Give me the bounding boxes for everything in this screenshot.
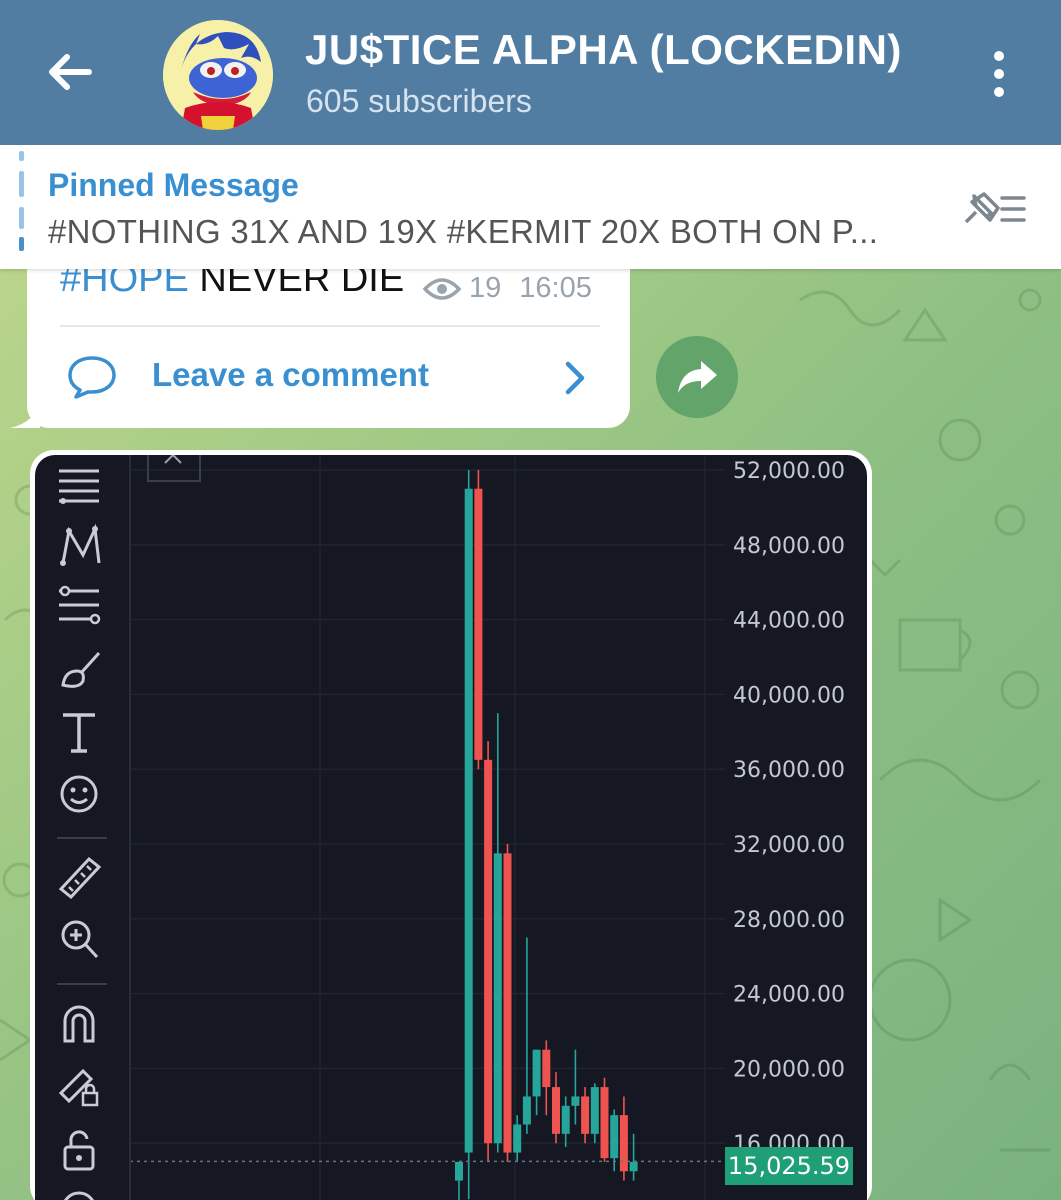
more-options-button[interactable]: [975, 46, 1023, 102]
unlock-icon[interactable]: [55, 1127, 105, 1173]
back-button[interactable]: [38, 40, 102, 104]
candle-body: [619, 1115, 628, 1172]
dot-icon: [994, 51, 1004, 61]
candle-body: [493, 853, 502, 1144]
candle-body: [464, 488, 473, 1153]
ruler-tool-icon[interactable]: [55, 853, 105, 899]
pepe-avatar-image: [163, 20, 273, 130]
y-tick-label: 32,000.00: [733, 833, 845, 858]
comment-bubble-icon: [68, 356, 116, 399]
channel-title[interactable]: JU$TICE ALPHA (LOCKEDIN): [305, 26, 902, 74]
pinned-list-button[interactable]: [960, 188, 1030, 228]
candle-body: [571, 1096, 580, 1106]
candle-body: [552, 1087, 560, 1134]
channel-avatar[interactable]: [163, 20, 273, 130]
message-time: 16:05: [519, 272, 592, 304]
pin-indicator: [19, 171, 24, 197]
leave-comment-label: Leave a comment: [152, 356, 429, 393]
pattern-tool-icon[interactable]: [55, 523, 105, 569]
pin-indicator: [19, 207, 24, 229]
eye-icon: [423, 277, 461, 300]
magnet-icon[interactable]: [55, 1001, 105, 1047]
lines-tool-icon[interactable]: [55, 463, 105, 509]
arrow-left-icon: [49, 54, 92, 90]
emoji-tool-icon[interactable]: [55, 771, 105, 817]
toolbar-divider: [57, 983, 107, 985]
pin-list-icon: [964, 192, 1026, 224]
candle-body: [532, 1049, 541, 1097]
candle-body: [503, 853, 512, 1153]
zoom-in-icon[interactable]: [55, 915, 105, 961]
pin-indicator: [19, 151, 24, 161]
drawing-toolbar: [35, 455, 130, 1200]
chevron-right-icon: [565, 361, 585, 395]
candle-body: [522, 1096, 531, 1125]
chat-header: JU$TICE ALPHA (LOCKEDIN) 605 subscribers: [0, 0, 1061, 145]
text-tool-icon[interactable]: [55, 709, 105, 755]
candle-body: [484, 759, 493, 1144]
brush-tool-icon[interactable]: [55, 645, 105, 691]
lock-drawings-icon[interactable]: [55, 1063, 105, 1109]
candle-body: [513, 1124, 522, 1153]
leave-comment-button[interactable]: Leave a comment: [60, 340, 605, 412]
subscriber-count: 605 subscribers: [306, 83, 532, 119]
pinned-title: Pinned Message: [48, 167, 299, 203]
candle-body: [600, 1087, 609, 1159]
candle-body: [581, 1096, 590, 1134]
share-arrow-icon: [678, 361, 717, 393]
pinned-message-bar[interactable]: Pinned Message #NOTHING 31X AND 19X #KER…: [0, 145, 1061, 269]
fib-tool-icon[interactable]: [55, 583, 105, 629]
dot-icon: [994, 69, 1004, 79]
y-tick-label: 24,000.00: [733, 983, 845, 1008]
chart-screenshot: 52,000.00 48,000.00 44,000.00 40,000.00 36,0…: [35, 455, 867, 1200]
candle-body: [474, 488, 483, 760]
close-tab[interactable]: [147, 455, 201, 482]
pinned-text: #NOTHING 31X AND 19X #KERMIT 20X BOTH ON…: [48, 213, 879, 250]
dot-icon: [994, 87, 1004, 97]
y-tick-label: 44,000.00: [733, 609, 845, 634]
candle-body: [610, 1115, 619, 1159]
close-icon: [164, 455, 182, 464]
candle-body: [629, 1161, 638, 1172]
y-tick-label: 28,000.00: [733, 908, 845, 933]
photo-message[interactable]: 52,000.00 48,000.00 44,000.00 40,000.00 36,0…: [30, 450, 872, 1200]
candle-body: [542, 1049, 551, 1088]
y-tick-label: 40,000.00: [733, 683, 845, 708]
y-tick-label: 36,000.00: [733, 758, 845, 783]
y-tick-label: 48,000.00: [733, 534, 845, 559]
current-price-tag: 15,025.59: [725, 1147, 853, 1185]
candle-body: [561, 1105, 570, 1134]
view-count: 19: [469, 272, 502, 304]
y-tick-label: 20,000.00: [733, 1057, 845, 1082]
message-meta: 19 16:05: [423, 272, 592, 305]
comment-divider: [60, 325, 600, 327]
eye-tool-icon[interactable]: [55, 1183, 105, 1200]
candlestick-chart: 52,000.00 48,000.00 44,000.00 40,000.00 36,0…: [129, 455, 845, 1200]
y-tick-label: 52,000.00: [733, 459, 845, 484]
candle-body: [455, 1161, 463, 1181]
toolbar-divider: [57, 837, 107, 839]
pin-indicator-active: [19, 237, 24, 251]
candle-body: [590, 1087, 599, 1134]
share-button[interactable]: [656, 336, 738, 418]
